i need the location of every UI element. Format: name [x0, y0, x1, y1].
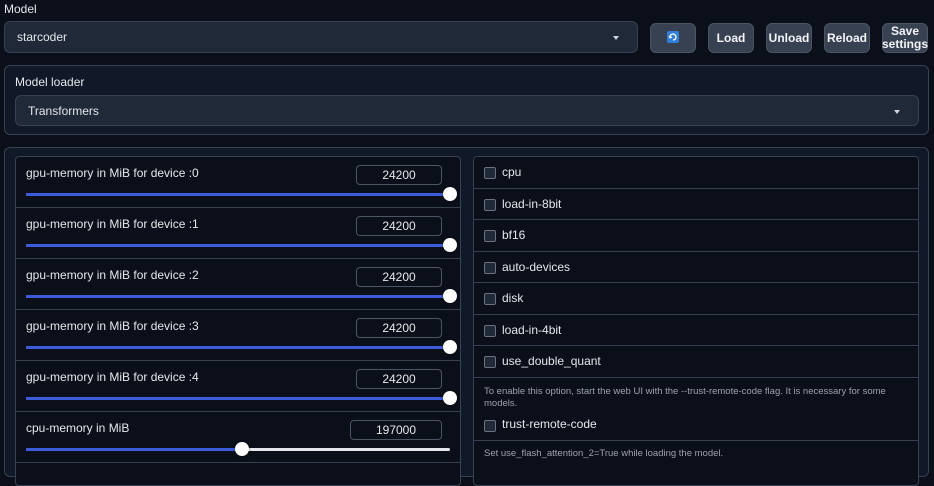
slider-track[interactable]: [26, 289, 457, 303]
slider-row: gpu-memory in MiB for device :1 24200: [16, 208, 460, 259]
slider-fill: [26, 193, 450, 196]
save-settings-button[interactable]: Save settings: [882, 23, 928, 53]
slider-value-input[interactable]: 197000: [350, 420, 442, 440]
options-column: cpu load-in-8bit bf16 auto-devices disk load-…: [473, 156, 919, 486]
model-selected-value: starcoder: [17, 30, 68, 44]
slider-label: cpu-memory in MiB: [26, 421, 130, 435]
checkbox-row[interactable]: bf16: [474, 220, 918, 252]
slider-thumb[interactable]: [443, 340, 457, 354]
checkbox-row[interactable]: auto-devices: [474, 252, 918, 283]
slider-value-input[interactable]: 24200: [356, 318, 442, 338]
slider-value-input[interactable]: 24200: [356, 216, 442, 236]
slider-fill: [26, 397, 450, 400]
slider-row: gpu-memory in MiB for device :0 24200: [16, 157, 460, 208]
checkbox-label: disk: [502, 291, 524, 305]
refresh-icon: [667, 30, 679, 46]
slider-label: gpu-memory in MiB for device :1: [26, 217, 199, 231]
model-dropdown[interactable]: starcoder: [4, 21, 638, 53]
model-loader-selected-value: Transformers: [28, 103, 99, 118]
checkbox[interactable]: [484, 324, 496, 337]
slider-label: gpu-memory in MiB for device :3: [26, 319, 199, 333]
slider-label: gpu-memory in MiB for device :4: [26, 370, 199, 384]
trust-remote-code-info: To enable this option, start the web UI …: [484, 386, 886, 409]
checkbox-row[interactable]: load-in-4bit: [474, 315, 918, 346]
slider-value-input[interactable]: 24200: [356, 369, 442, 389]
checkbox[interactable]: [484, 261, 496, 274]
checkbox[interactable]: [484, 167, 496, 179]
slider-label: gpu-memory in MiB for device :2: [26, 268, 199, 282]
trust-remote-code-label: trust-remote-code: [502, 417, 597, 431]
checkbox-row[interactable]: load-in-8bit: [474, 189, 918, 220]
slider-fill: [26, 244, 450, 247]
reload-button[interactable]: Reload: [824, 23, 870, 53]
checkbox-label: cpu: [502, 165, 522, 179]
checkbox-label: load-in-4bit: [502, 322, 562, 337]
slider-track[interactable]: [26, 442, 450, 456]
slider-value-input[interactable]: 24200: [356, 267, 442, 287]
checkbox-label: use_double_quant: [502, 354, 601, 368]
checkbox-row[interactable]: cpu: [474, 157, 918, 189]
flash-attention-info: Set use_flash_attention_2=True while loa…: [484, 448, 724, 459]
slider-row: gpu-memory in MiB for device :2 24200: [16, 259, 460, 310]
chevron-down-icon: [613, 36, 619, 40]
model-loader-panel: Model loader Transformers: [4, 65, 929, 135]
slider-thumb[interactable]: [443, 187, 457, 201]
slider-track[interactable]: [26, 391, 457, 405]
checkbox[interactable]: [484, 356, 496, 368]
slider-track[interactable]: [26, 340, 457, 354]
slider-value-input[interactable]: 24200: [356, 165, 442, 185]
checkbox-row[interactable]: use_double_quant: [474, 346, 918, 378]
unload-button[interactable]: Unload: [766, 23, 812, 53]
checkbox[interactable]: [484, 198, 496, 211]
refresh-button[interactable]: [650, 23, 696, 53]
slider-thumb[interactable]: [443, 391, 457, 405]
checkbox-label: load-in-8bit: [502, 196, 562, 211]
slider-thumb[interactable]: [443, 238, 457, 252]
slider-row: gpu-memory in MiB for device :4 24200: [16, 361, 460, 412]
checkbox[interactable]: [484, 230, 496, 242]
slider-thumb[interactable]: [235, 442, 250, 456]
model-loader-dropdown[interactable]: Transformers: [15, 95, 919, 126]
model-loader-label: Model loader: [15, 75, 85, 89]
chevron-down-icon: [894, 109, 900, 114]
checkbox-label: bf16: [502, 228, 526, 242]
slider-label: gpu-memory in MiB for device :0: [26, 166, 199, 180]
slider-fill: [26, 295, 450, 298]
slider-row: cpu-memory in MiB 197000: [16, 412, 460, 463]
model-label: Model: [4, 2, 37, 16]
checkbox[interactable]: [484, 293, 496, 305]
save-settings-label-line2: settings: [882, 37, 929, 51]
checkbox-label: auto-devices: [502, 259, 571, 274]
slider-track[interactable]: [26, 238, 457, 252]
checkbox-row-trust-remote-code[interactable]: trust-remote-code: [474, 410, 918, 441]
checkbox-row[interactable]: disk: [474, 283, 918, 315]
load-button[interactable]: Load: [708, 23, 754, 53]
slider-fill: [26, 346, 450, 349]
loader-settings-panel: gpu-memory in MiB for device :0 24200 gpu-…: [4, 147, 929, 486]
trust-remote-code-checkbox[interactable]: [484, 420, 496, 432]
memory-sliders-column: gpu-memory in MiB for device :0 24200 gpu-…: [15, 156, 461, 486]
slider-row: gpu-memory in MiB for device :3 24200: [16, 310, 460, 361]
slider-track[interactable]: [26, 187, 457, 201]
slider-fill: [26, 448, 243, 451]
slider-thumb[interactable]: [443, 289, 457, 303]
